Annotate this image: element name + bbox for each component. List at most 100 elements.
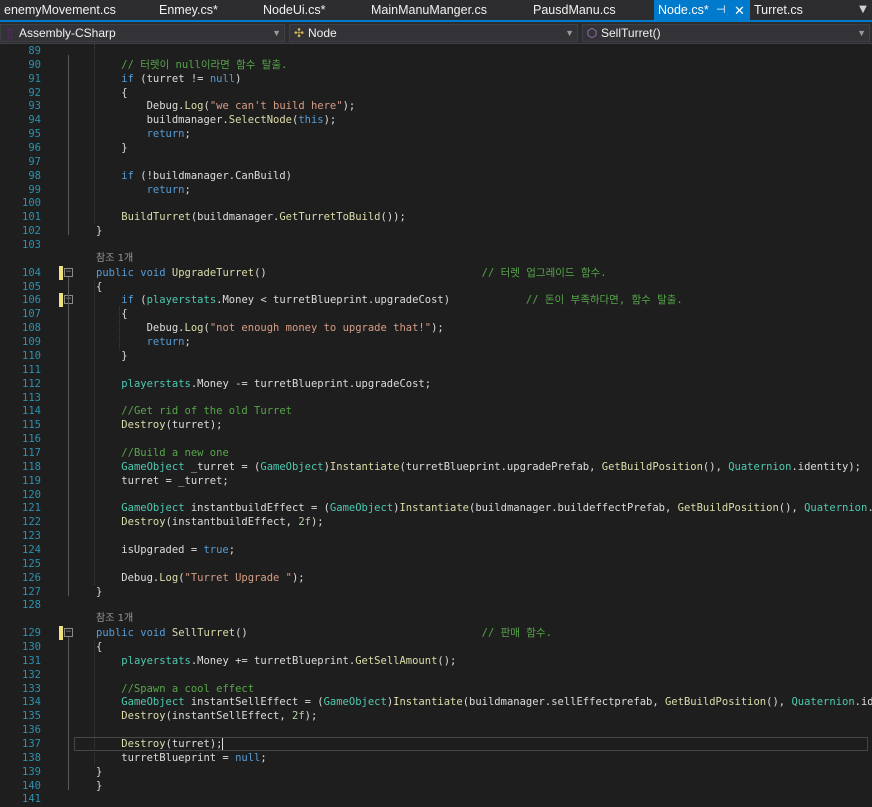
code-line: 104 − public void UpgradeTurret() // 터렛 업그… <box>0 265 872 280</box>
code-token: Instantiate <box>393 696 463 709</box>
code-text[interactable]: if (!buildmanager.CanBuild) <box>96 169 292 183</box>
code-editor[interactable]: 89 90 // 터렛이 null이라면 함수 탈출. 91 if (turret … <box>0 44 872 807</box>
code-token: (buildmanager.buildeffectPrefab, <box>469 502 678 515</box>
code-token: } <box>96 585 103 598</box>
code-text[interactable]: { <box>96 280 102 294</box>
code-text[interactable]: } <box>96 779 102 793</box>
tab-enmey[interactable]: Enmey.cs* <box>155 0 255 20</box>
code-token: Destroy <box>121 710 166 723</box>
line-number: 97 <box>28 155 41 168</box>
code-text[interactable]: { <box>96 640 102 654</box>
code-text[interactable]: turretBlueprint = null; <box>96 751 266 765</box>
code-line: 97 <box>0 155 872 169</box>
code-text[interactable]: public void UpgradeTurret() // 터렛 업그레이드 … <box>96 266 607 280</box>
code-token: ; <box>184 128 191 141</box>
code-line: 101 BuildTurret(buildmanager.GetTurretTo… <box>0 210 872 224</box>
code-token: { <box>96 308 128 321</box>
code-text[interactable]: } <box>96 349 128 363</box>
collapse-toggle-icon[interactable]: − <box>64 267 73 277</box>
code-text[interactable]: //Build a new one <box>96 446 228 460</box>
code-text[interactable]: GameObject instantbuildEffect = (GameObj… <box>96 501 872 515</box>
code-token: Destroy <box>121 516 166 529</box>
code-line: 128 <box>0 598 872 612</box>
close-icon[interactable]: ✕ <box>734 0 745 21</box>
code-token: } <box>96 349 128 362</box>
code-token: () <box>254 266 482 279</box>
code-text[interactable]: playerstats.Money += turretBlueprint.Get… <box>96 654 456 668</box>
code-line: 111 <box>0 363 872 377</box>
line-number: 106 <box>22 294 41 307</box>
code-text[interactable]: { <box>96 86 127 100</box>
project-dropdown[interactable]: ▯ Assembly-CSharp ▼ <box>0 24 285 42</box>
code-text[interactable]: } <box>96 224 102 238</box>
code-text[interactable]: } <box>96 765 102 779</box>
change-marker <box>59 293 63 308</box>
code-text[interactable]: return; <box>96 183 191 197</box>
code-text[interactable]: GameObject instantSellEffect = (GameObje… <box>96 695 872 709</box>
tab-mainmanumanger[interactable]: MainManuManger.cs <box>367 0 527 20</box>
code-line: 91 if (turret != null) <box>0 72 872 86</box>
collapse-toggle-icon[interactable]: − <box>64 628 73 638</box>
code-text[interactable]: Debug.Log("not enough money to upgrade t… <box>96 321 444 335</box>
chevron-down-icon: ▼ <box>565 28 574 38</box>
code-text[interactable]: //Spawn a cool effect <box>96 682 254 696</box>
reference-count-link[interactable]: 참조 1개 <box>96 612 133 626</box>
code-text[interactable]: } <box>96 585 102 599</box>
code-token: instantSellEffect = ( <box>184 696 324 709</box>
tab-pausdmanu[interactable]: PausdManu.cs <box>529 0 653 20</box>
code-line: 135 Destroy(instantSellEffect, 2f); <box>0 709 872 723</box>
line-number: 95 <box>28 128 41 141</box>
code-text[interactable]: Destroy(turret); <box>96 418 222 432</box>
tab-overflow-dropdown-icon[interactable]: ▼ <box>856 1 870 19</box>
code-line: 93 Debug.Log("we can't build here"); <box>0 99 872 113</box>
code-text[interactable]: if (turret != null) <box>96 72 241 86</box>
code-line: 108 Debug.Log("not enough money to upgra… <box>0 321 872 335</box>
code-token: Quaternion <box>791 696 855 709</box>
tab-turret[interactable]: Turret.cs <box>750 0 850 20</box>
code-text[interactable]: GameObject _turret = (GameObject)Instant… <box>96 460 861 474</box>
code-text[interactable]: return; <box>96 335 191 349</box>
type-dropdown[interactable]: ✣ Node ▼ <box>289 24 578 42</box>
code-text[interactable]: Destroy(instantbuildEffect, 2f); <box>96 515 323 529</box>
code-text[interactable]: BuildTurret(buildmanager.GetTurretToBuil… <box>96 210 406 224</box>
code-line: 137 Destroy(turret); <box>0 737 872 751</box>
code-text[interactable]: return; <box>96 127 191 141</box>
line-number: 118 <box>22 460 41 473</box>
code-text[interactable]: public void SellTurret() // 판매 함수. <box>96 626 552 640</box>
code-token: ); <box>342 100 356 113</box>
code-text[interactable]: Destroy(instantSellEffect, 2f); <box>96 709 317 723</box>
code-text[interactable]: { <box>96 307 128 321</box>
code-token: () <box>235 627 482 640</box>
tab-nodeui[interactable]: NodeUi.cs* <box>259 0 365 20</box>
outline-bracket <box>68 276 69 596</box>
code-text[interactable]: Debug.Log("Turret Upgrade "); <box>96 571 304 585</box>
line-number: 131 <box>22 654 41 667</box>
pin-icon[interactable]: ⊣ <box>716 0 726 21</box>
line-number: 110 <box>22 349 41 362</box>
member-dropdown[interactable]: ⬡ SellTurret() ▼ <box>582 24 870 42</box>
reference-count-link[interactable]: 참조 1개 <box>96 252 133 266</box>
code-text[interactable]: // 터렛이 null이라면 함수 탈출. <box>96 58 287 72</box>
code-text[interactable]: playerstats.Money -= turretBlueprint.upg… <box>96 377 431 391</box>
code-text[interactable]: } <box>96 141 127 155</box>
code-text[interactable]: Destroy(turret); <box>96 737 224 751</box>
line-number: 116 <box>22 433 41 446</box>
code-token: // 터렛이 null이라면 함수 탈출. <box>96 58 288 71</box>
code-text[interactable]: buildmanager.SelectNode(this); <box>96 113 337 127</box>
document-tab-strip: enemyMovement.cs Enmey.cs* NodeUi.cs* Ma… <box>0 0 872 22</box>
line-number: 92 <box>28 86 41 99</box>
code-text[interactable]: //Get rid of the old Turret <box>96 404 292 418</box>
tab-node-active[interactable]: Node.cs* ⊣ ✕ <box>654 0 750 20</box>
text-caret <box>222 738 224 750</box>
code-token: .Money += turretBlueprint. <box>190 654 356 667</box>
line-number: 94 <box>28 114 41 127</box>
code-text[interactable]: turret = _turret; <box>96 474 228 488</box>
tab-label: NodeUi.cs* <box>263 3 326 17</box>
code-text[interactable]: isUpgraded = true; <box>96 543 235 557</box>
code-line: 136 <box>0 723 872 737</box>
code-text[interactable]: Debug.Log("we can't build here"); <box>96 99 356 113</box>
code-text[interactable]: if (playerstats.Money < turretBlueprint.… <box>96 293 682 307</box>
tab-enemymovement[interactable]: enemyMovement.cs <box>0 0 150 20</box>
